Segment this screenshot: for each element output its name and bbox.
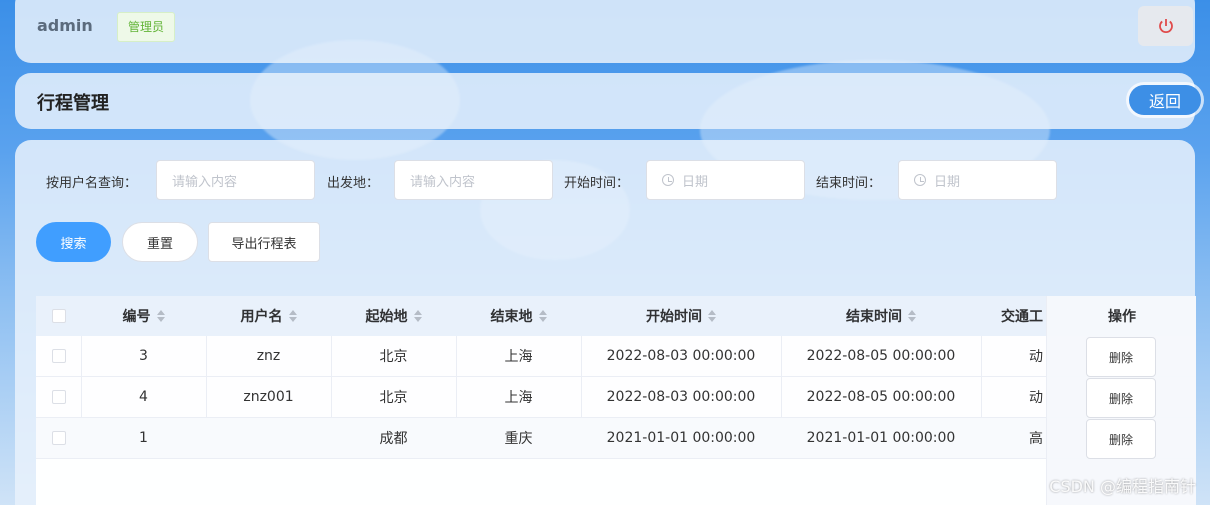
column-header[interactable]: 用户名 xyxy=(206,296,331,336)
sort-icon[interactable] xyxy=(413,310,422,322)
row-checkbox[interactable] xyxy=(51,349,66,363)
page-title: 行程管理 xyxy=(37,93,109,114)
sort-icon[interactable] xyxy=(538,310,547,322)
cell-start: 2022-08-03 00:00:00 xyxy=(606,389,756,405)
delete-button[interactable]: 删除 xyxy=(1086,378,1156,418)
cell-user: znz xyxy=(256,348,281,364)
cell-start: 2022-08-03 00:00:00 xyxy=(606,348,756,364)
origin-filter-label: 出发地： xyxy=(327,176,380,191)
column-header: 操作 xyxy=(1108,309,1136,325)
watermark: CSDN @编程指南针 xyxy=(1049,477,1196,496)
export-button[interactable]: 导出行程表 xyxy=(208,222,320,262)
cell-user: znz001 xyxy=(243,389,294,405)
table-row: 3 znz 北京 上海 2022-08-03 00:00:00 2022-08-… xyxy=(36,336,1196,377)
end-date-picker[interactable]: 日期 xyxy=(898,160,1057,200)
logout-button[interactable] xyxy=(1138,6,1193,46)
end-time-label: 结束时间： xyxy=(816,176,882,191)
cell-id: 3 xyxy=(139,348,148,364)
cell-from: 北京 xyxy=(379,390,408,406)
start-date-picker[interactable]: 日期 xyxy=(646,160,805,200)
cell-to: 上海 xyxy=(504,390,533,406)
main-panel: 按用户名查询： 请输入内容 出发地： 请输入内容 开始时间： 日期 结束时间： … xyxy=(15,140,1196,505)
cell-transport: 高 xyxy=(1029,431,1043,447)
sort-icon[interactable] xyxy=(156,310,165,322)
cell-id: 4 xyxy=(139,389,148,405)
cell-end: 2022-08-05 00:00:00 xyxy=(806,348,956,364)
cell-start: 2021-01-01 00:00:00 xyxy=(606,430,756,446)
select-all-checkbox[interactable] xyxy=(51,309,66,323)
sort-icon[interactable] xyxy=(288,310,297,322)
clock-icon xyxy=(914,174,926,186)
cell-end: 2021-01-01 00:00:00 xyxy=(806,430,956,446)
cell-id: 1 xyxy=(139,430,148,446)
column-header[interactable]: 开始时间 xyxy=(581,296,781,336)
sort-icon[interactable] xyxy=(908,310,916,322)
cell-transport: 动 xyxy=(1029,349,1043,365)
column-header[interactable]: 结束时间 xyxy=(781,296,981,336)
reset-button[interactable]: 重置 xyxy=(122,222,198,262)
cell-to: 重庆 xyxy=(504,431,533,447)
origin-filter-input[interactable]: 请输入内容 xyxy=(394,160,553,200)
column-header: 交通工 xyxy=(1001,309,1043,325)
start-time-label: 开始时间： xyxy=(564,176,630,191)
filter-bar: 按用户名查询： 请输入内容 出发地： 请输入内容 开始时间： 日期 结束时间： … xyxy=(15,160,1195,200)
username: admin xyxy=(37,16,93,35)
row-checkbox[interactable] xyxy=(51,431,66,445)
cell-from: 北京 xyxy=(379,349,408,365)
cell-end: 2022-08-05 00:00:00 xyxy=(806,389,956,405)
role-badge: 管理员 xyxy=(117,12,176,42)
row-checkbox[interactable] xyxy=(51,390,66,404)
clock-icon xyxy=(662,174,674,186)
search-button[interactable]: 搜索 xyxy=(36,222,111,262)
table-row: 4 znz001 北京 上海 2022-08-03 00:00:00 2022-… xyxy=(36,377,1196,418)
title-bar: 行程管理 返回 xyxy=(15,73,1201,129)
delete-button[interactable]: 删除 xyxy=(1086,419,1156,459)
column-header[interactable]: 起始地 xyxy=(331,296,456,336)
cell-from: 成都 xyxy=(379,431,408,447)
cell-to: 上海 xyxy=(504,349,533,365)
column-header[interactable]: 结束地 xyxy=(456,296,581,336)
top-bar: admin 管理员 xyxy=(15,0,1195,63)
table-row: 1 成都 重庆 2021-01-01 00:00:00 2021-01-01 0… xyxy=(36,418,1196,459)
table-header: 编号 用户名 起始地 结束地 开始时间 结束时间 交通工 xyxy=(36,296,1196,336)
back-button[interactable]: 返回 xyxy=(1129,85,1201,115)
trip-table: 编号 用户名 起始地 结束地 开始时间 结束时间 交通工 3 znz 北京 上海… xyxy=(36,296,1196,505)
delete-button[interactable]: 删除 xyxy=(1086,337,1156,377)
username-filter-label: 按用户名查询： xyxy=(46,176,138,191)
username-filter-input[interactable]: 请输入内容 xyxy=(156,160,315,200)
power-icon xyxy=(1158,19,1173,33)
cell-transport: 动 xyxy=(1029,390,1043,406)
sort-icon[interactable] xyxy=(708,310,716,322)
column-header[interactable]: 编号 xyxy=(81,296,206,336)
cell-user xyxy=(206,418,331,458)
